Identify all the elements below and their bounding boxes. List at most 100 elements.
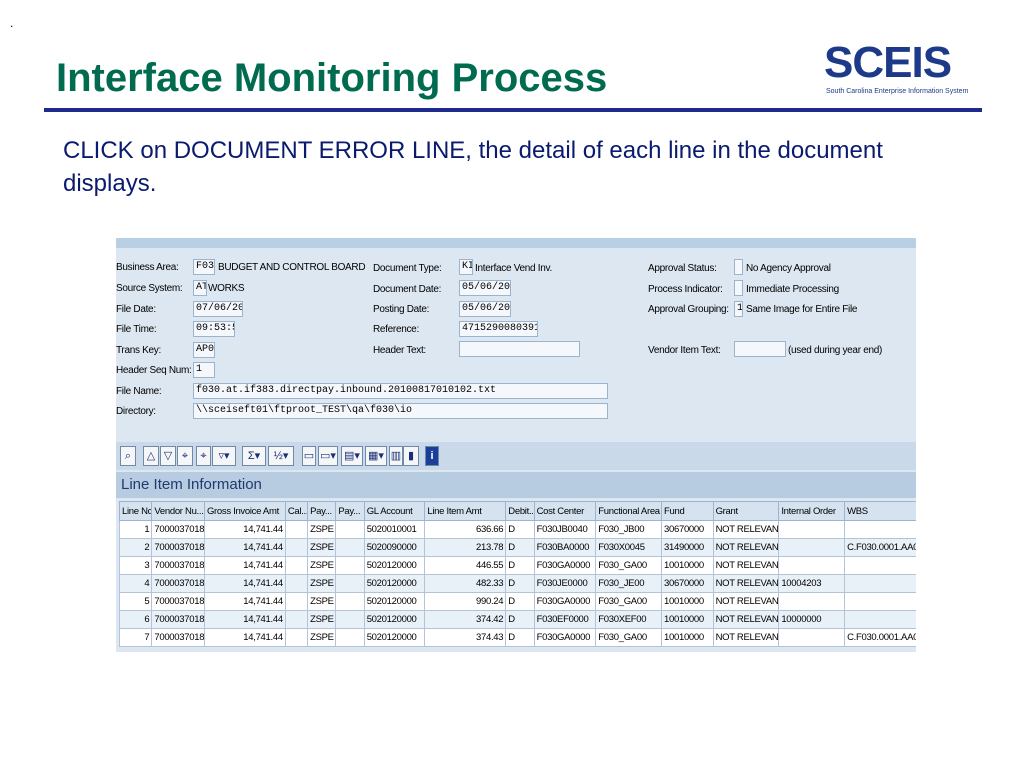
directory-field[interactable]: \\sceiseft01\ftproot_TEST\qa\f030\io bbox=[193, 403, 608, 419]
table-cell[interactable]: D bbox=[505, 574, 535, 593]
table-cell[interactable] bbox=[284, 628, 309, 647]
column-header[interactable]: Pay... bbox=[335, 501, 365, 521]
column-header[interactable]: Vendor Nu... bbox=[151, 501, 205, 521]
column-header[interactable]: Line Item Amt bbox=[424, 501, 507, 521]
export-icon[interactable]: ▭ bbox=[302, 446, 316, 466]
table-cell[interactable]: 374.42 bbox=[424, 610, 507, 629]
table-cell[interactable]: NOT RELEVANT bbox=[712, 610, 780, 629]
find-next-icon[interactable]: ⌖ bbox=[196, 446, 211, 466]
header-text-field[interactable] bbox=[459, 341, 580, 357]
search-icon[interactable]: ⌕ bbox=[120, 446, 136, 466]
file-time-field[interactable]: 09:53:56 bbox=[193, 321, 235, 337]
column-header[interactable]: Functional Area bbox=[595, 501, 663, 521]
column-header[interactable]: Cost Center bbox=[533, 501, 597, 521]
table-cell[interactable]: 7 bbox=[118, 628, 153, 647]
table-cell[interactable] bbox=[844, 592, 916, 611]
find-icon[interactable]: ⌖ bbox=[177, 446, 193, 466]
table-cell[interactable]: 5020120000 bbox=[363, 574, 426, 593]
column-header[interactable]: WBS bbox=[844, 501, 916, 521]
table-cell[interactable]: 10010000 bbox=[661, 628, 714, 647]
table-cell[interactable] bbox=[335, 538, 365, 557]
table-cell[interactable] bbox=[284, 610, 309, 629]
column-header[interactable]: Fund bbox=[661, 501, 714, 521]
table-cell[interactable] bbox=[778, 520, 846, 539]
table-cell[interactable]: 10010000 bbox=[661, 556, 714, 575]
table-row[interactable]: 4 7000037018 14,741.44 ZSPE 5020120000 482.33… bbox=[118, 574, 916, 593]
table-cell[interactable]: F030JB0040 bbox=[533, 520, 597, 539]
table-cell[interactable]: 7000037018 bbox=[151, 556, 205, 575]
sum-icon[interactable]: Σ▾ bbox=[242, 446, 266, 466]
table-cell[interactable]: F030GA0000 bbox=[533, 628, 597, 647]
reference-field[interactable]: 471529008039174 bbox=[459, 321, 538, 337]
table-cell[interactable]: 5 bbox=[118, 592, 153, 611]
table-cell[interactable] bbox=[778, 628, 846, 647]
table-cell[interactable]: 14,741.44 bbox=[203, 574, 286, 593]
table-cell[interactable] bbox=[335, 574, 365, 593]
table-cell[interactable]: ZSPE bbox=[307, 592, 337, 611]
business-area-code-field[interactable]: F030 bbox=[193, 259, 215, 275]
posting-date-field[interactable]: 05/06/2010 bbox=[459, 301, 511, 317]
table-cell[interactable]: NOT RELEVANT bbox=[712, 592, 780, 611]
table-cell[interactable] bbox=[284, 538, 309, 557]
table-row[interactable]: 6 7000037018 14,741.44 ZSPE 5020120000 374.42… bbox=[118, 610, 916, 629]
table-cell[interactable]: 7000037018 bbox=[151, 610, 205, 629]
table-row[interactable]: 3 7000037018 14,741.44 ZSPE 5020120000 446.55… bbox=[118, 556, 916, 575]
table-cell[interactable]: 30670000 bbox=[661, 520, 714, 539]
table-cell[interactable] bbox=[844, 556, 916, 575]
table-cell[interactable] bbox=[844, 520, 916, 539]
table-cell[interactable]: ZSPE bbox=[307, 520, 337, 539]
table-cell[interactable]: NOT RELEVANT bbox=[712, 574, 780, 593]
table-cell[interactable] bbox=[335, 556, 365, 575]
table-cell[interactable]: F030_GA00 bbox=[595, 556, 663, 575]
table-cell[interactable]: 5020120000 bbox=[363, 610, 426, 629]
table-cell[interactable]: 4 bbox=[118, 574, 153, 593]
header-seq-field[interactable]: 1 bbox=[193, 362, 215, 378]
column-header[interactable]: Gross Invoice Amt bbox=[203, 501, 286, 521]
table-cell[interactable]: 7000037018 bbox=[151, 538, 205, 557]
table-cell[interactable]: F030_GA00 bbox=[595, 628, 663, 647]
table-cell[interactable]: F030EF0000 bbox=[533, 610, 597, 629]
file-name-field[interactable]: f030.at.if383.directpay.inbound.20100817… bbox=[193, 383, 608, 399]
column-header[interactable]: Debit... bbox=[505, 501, 535, 521]
print-icon[interactable]: ▭▾ bbox=[318, 446, 338, 466]
table-cell[interactable]: NOT RELEVANT bbox=[712, 556, 780, 575]
sort-filter-icon[interactable]: ▿▾ bbox=[212, 446, 236, 466]
table-cell[interactable]: F030_JB00 bbox=[595, 520, 663, 539]
table-cell[interactable]: D bbox=[505, 592, 535, 611]
table-cell[interactable]: 14,741.44 bbox=[203, 538, 286, 557]
table-cell[interactable]: F030BA0000 bbox=[533, 538, 597, 557]
file-date-field[interactable]: 07/06/2010 bbox=[193, 301, 243, 317]
process-indicator-field[interactable] bbox=[734, 280, 743, 296]
table-cell[interactable]: 1 bbox=[118, 520, 153, 539]
subtotal-icon[interactable]: ½▾ bbox=[268, 446, 294, 466]
table-cell[interactable] bbox=[335, 628, 365, 647]
table-row[interactable]: 2 7000037018 14,741.44 ZSPE 5020090000 213.78… bbox=[118, 538, 916, 557]
table-cell[interactable]: D bbox=[505, 520, 535, 539]
table-cell[interactable]: 990.24 bbox=[424, 592, 507, 611]
table-cell[interactable]: 14,741.44 bbox=[203, 592, 286, 611]
table-cell[interactable] bbox=[844, 574, 916, 593]
table-cell[interactable]: 446.55 bbox=[424, 556, 507, 575]
table-cell[interactable]: 5020120000 bbox=[363, 592, 426, 611]
table-cell[interactable]: C.F030.0001.AA000 bbox=[844, 538, 916, 557]
table-cell[interactable]: F030GA0000 bbox=[533, 592, 597, 611]
table-cell[interactable]: 5020120000 bbox=[363, 628, 426, 647]
table-cell[interactable]: 5020090000 bbox=[363, 538, 426, 557]
table-cell[interactable]: 10000000 bbox=[778, 610, 846, 629]
spreadsheet-icon[interactable]: ▦▾ bbox=[365, 446, 387, 466]
column-header[interactable]: Cal... bbox=[284, 501, 309, 521]
approval-status-field[interactable] bbox=[734, 259, 743, 275]
table-cell[interactable]: C.F030.0001.AA000 bbox=[844, 628, 916, 647]
table-cell[interactable]: D bbox=[505, 628, 535, 647]
word-processor-icon[interactable]: ▥ bbox=[389, 446, 403, 466]
table-cell[interactable]: 7000037018 bbox=[151, 628, 205, 647]
source-system-code-field[interactable]: AT bbox=[193, 280, 207, 296]
table-cell[interactable]: 7000037018 bbox=[151, 520, 205, 539]
table-cell[interactable] bbox=[284, 556, 309, 575]
table-cell[interactable]: ZSPE bbox=[307, 556, 337, 575]
graphic-icon[interactable]: ▮ bbox=[403, 446, 419, 466]
table-cell[interactable]: ZSPE bbox=[307, 538, 337, 557]
table-cell[interactable] bbox=[844, 610, 916, 629]
table-cell[interactable]: 6 bbox=[118, 610, 153, 629]
table-cell[interactable]: 636.66 bbox=[424, 520, 507, 539]
